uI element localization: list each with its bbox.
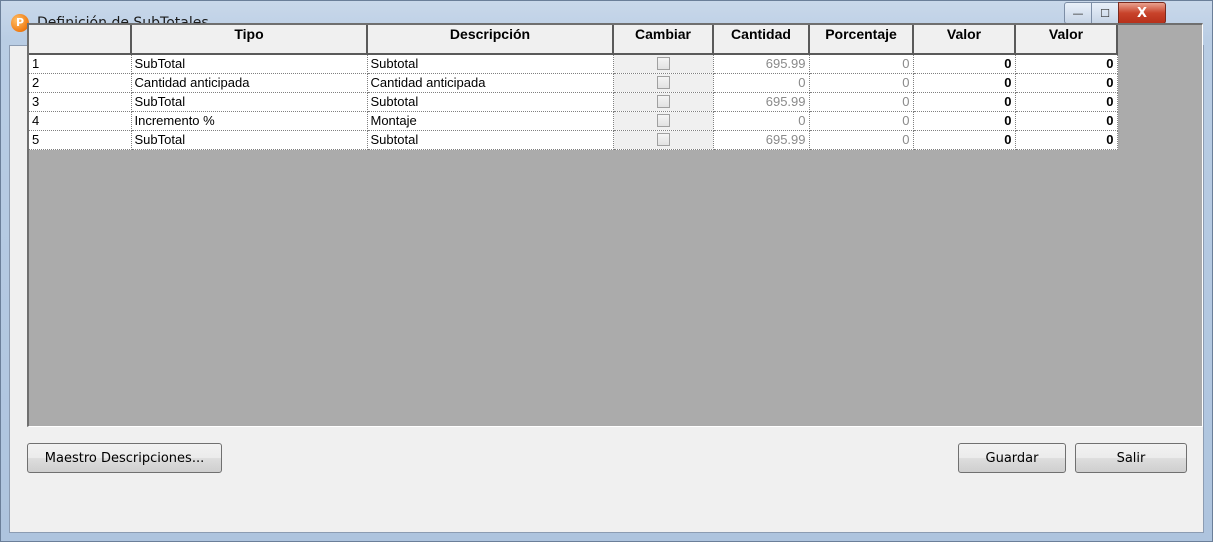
cambiar-cell [613,130,714,150]
cantidad-cell: 695.99 [713,130,810,150]
cambiar-cell [613,73,714,93]
header-descripcion[interactable]: Descripción [367,25,614,55]
tipo-cell[interactable]: SubTotal [131,92,368,112]
grid-header-row: Tipo Descripción Cambiar Cantidad Porcen… [29,25,1118,55]
porcentaje-cell: 0 [809,73,914,93]
valor-max-cell[interactable]: 0 [1015,92,1118,112]
minimize-button[interactable]: — [1064,2,1092,24]
valor-max-cell[interactable]: 0 [1015,130,1118,150]
tipo-cell[interactable]: Incremento % [131,111,368,131]
cantidad-cell: 695.99 [713,92,810,112]
cambiar-checkbox[interactable] [656,133,670,146]
cambiar-cell [613,111,714,131]
row-number[interactable]: 3 [29,92,132,112]
valor-max-cell[interactable]: 0 [1015,73,1118,93]
descripcion-cell[interactable]: Subtotal [367,130,614,150]
row-number[interactable]: 4 [29,111,132,131]
close-button[interactable]: X [1118,2,1166,24]
table-row[interactable]: 2 Cantidad anticipada Cantidad anticipad… [29,73,1118,93]
porcentaje-cell: 0 [809,130,914,150]
cambiar-checkbox[interactable] [656,95,670,108]
table-row[interactable]: 4 Incremento % Montaje 0 0 0 0 [29,111,1118,131]
header-valor-max[interactable]: Valor [1015,25,1118,55]
cantidad-cell: 0 [713,73,810,93]
row-number[interactable]: 2 [29,73,132,93]
cambiar-cell [613,92,714,112]
cambiar-checkbox[interactable] [656,57,670,71]
tipo-cell[interactable]: SubTotal [131,130,368,150]
maestro-descripciones-button[interactable]: Maestro Descripciones... [27,443,222,473]
row-number[interactable]: 1 [29,54,132,74]
valor-min-cell[interactable]: 0 [913,92,1016,112]
valor-max-cell[interactable]: 0 [1015,111,1118,131]
cambiar-cell [613,54,714,74]
table-row[interactable]: 1 SubTotal Subtotal 695.99 0 0 0 [29,54,1118,74]
cantidad-cell: 695.99 [713,54,810,74]
cambiar-checkbox[interactable] [656,114,670,127]
header-rownum[interactable] [29,25,132,55]
valor-min-cell[interactable]: 0 [913,73,1016,93]
header-cantidad[interactable]: Cantidad [713,25,810,55]
valor-min-cell[interactable]: 0 [913,130,1016,150]
valor-max-cell[interactable]: 0 [1015,54,1118,74]
save-button[interactable]: Guardar [958,443,1066,473]
cambiar-checkbox[interactable] [656,76,670,89]
valor-min-cell[interactable]: 0 [913,54,1016,74]
header-cambiar[interactable]: Cambiar [613,25,714,55]
subtotals-dialog: P Definición de SubTotales — ☐ X Tipo De… [0,0,1213,542]
subtotals-grid[interactable]: Tipo Descripción Cambiar Cantidad Porcen… [29,25,1118,150]
descripcion-cell[interactable]: Cantidad anticipada [367,73,614,93]
row-number[interactable]: 5 [29,130,132,150]
descripcion-cell[interactable]: Subtotal [367,92,614,112]
maximize-button[interactable]: ☐ [1091,2,1119,24]
porcentaje-cell: 0 [809,92,914,112]
table-row[interactable]: 5 SubTotal Subtotal 695.99 0 0 0 [29,130,1118,150]
porcentaje-cell: 0 [809,54,914,74]
table-row[interactable]: 3 SubTotal Subtotal 695.99 0 0 0 [29,92,1118,112]
subtotals-grid-panel[interactable]: Tipo Descripción Cambiar Cantidad Porcen… [27,23,1203,427]
valor-min-cell[interactable]: 0 [913,111,1016,131]
exit-button[interactable]: Salir [1075,443,1187,473]
descripcion-cell[interactable]: Subtotal [367,54,614,74]
header-tipo[interactable]: Tipo [131,25,368,55]
header-valor-min[interactable]: Valor [913,25,1016,55]
header-porcentaje[interactable]: Porcentaje [809,25,914,55]
cantidad-cell: 0 [713,111,810,131]
tipo-cell[interactable]: Cantidad anticipada [131,73,368,93]
porcentaje-cell: 0 [809,111,914,131]
tipo-cell[interactable]: SubTotal [131,54,368,74]
descripcion-cell[interactable]: Montaje [367,111,614,131]
